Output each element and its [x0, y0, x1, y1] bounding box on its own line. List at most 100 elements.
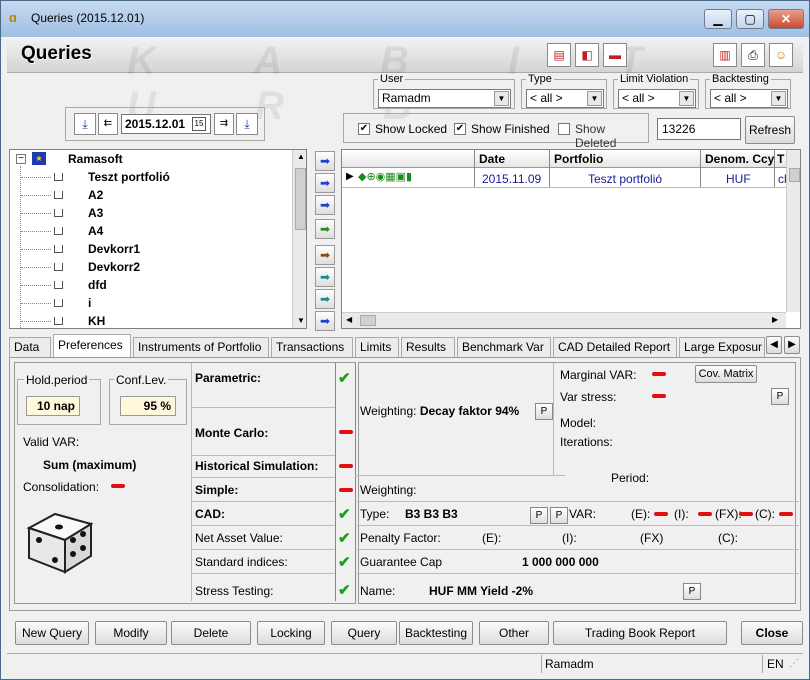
show-deleted-checkbox[interactable] [558, 123, 570, 135]
other-button[interactable]: Other [479, 621, 549, 645]
grid-h-scrollbar[interactable]: ◀ ▶ [342, 312, 786, 328]
scroll-up-icon[interactable]: ▲ [297, 152, 305, 161]
grid-header-t[interactable]: T [777, 152, 784, 166]
tab-results[interactable]: Results [401, 337, 455, 357]
tree-item[interactable]: Devkorr1 [88, 242, 140, 256]
show-locked-checkbox[interactable]: ✔ [358, 123, 370, 135]
tree-branch-line [21, 285, 51, 286]
layout-top-icon[interactable]: ▤ [547, 43, 571, 67]
tab-large-exposure[interactable]: Large Exposur [679, 337, 765, 357]
layout-bottom-icon[interactable]: ▬ [603, 43, 627, 67]
first-date-icon[interactable]: ⤓ [74, 113, 96, 135]
grid-header-date[interactable]: Date [479, 152, 505, 166]
scroll-right-icon[interactable]: ▶ [772, 315, 778, 324]
resize-grip-icon[interactable]: ⋰ [789, 658, 799, 669]
header-band: K A B I T U R B Queries ▤ ◧ ▬ ▥ ⎙ ☺ [7, 37, 803, 128]
marginal-var-label: Marginal VAR: [560, 368, 637, 382]
print-icon[interactable]: ⎙ [741, 43, 765, 67]
tab-scroll-left-icon[interactable]: ◀ [766, 336, 782, 354]
limit-select[interactable]: < all > ▼ [618, 89, 696, 108]
move-p2-icon[interactable]: ➡ [315, 289, 335, 309]
tab-scroll-right-icon[interactable]: ▶ [784, 336, 800, 354]
row-divider [191, 501, 335, 502]
new-query-button[interactable]: New Query [15, 621, 89, 645]
show-locked-label: Show Locked [375, 122, 448, 136]
move-1225-icon[interactable]: ➡ [315, 311, 335, 331]
conf-level-input[interactable]: 95 % [120, 396, 176, 416]
tree-item[interactable]: A2 [88, 188, 103, 202]
move-right-1225-icon[interactable]: ➡ [315, 195, 335, 215]
query-id-input[interactable]: 13226 [657, 118, 741, 140]
monte-carlo-label: Monte Carlo: [195, 426, 269, 440]
query-button[interactable]: Query [331, 621, 397, 645]
tree-scroll-thumb[interactable] [295, 168, 306, 230]
user-select[interactable]: Ramadm ▼ [378, 89, 511, 108]
tree-item[interactable]: Devkorr2 [88, 260, 140, 274]
type-p-button[interactable]: P [530, 507, 548, 524]
hold-period-input[interactable]: 10 nap [26, 396, 80, 416]
last-date-icon[interactable]: ⤓ [236, 113, 258, 135]
user-settings-icon[interactable]: ☺ [769, 43, 793, 67]
grid-header-portfolio[interactable]: Portfolio [554, 152, 603, 166]
tab-transactions[interactable]: Transactions [271, 337, 353, 357]
tree-root-label[interactable]: Ramasoft [68, 152, 123, 166]
backtesting-button[interactable]: Backtesting [399, 621, 473, 645]
penalty-fx-label: (FX) [640, 531, 664, 545]
tab-instruments[interactable]: Instruments of Portfolio [133, 337, 269, 357]
collapse-icon[interactable]: − [16, 154, 26, 164]
col-divider [553, 363, 554, 475]
stress-p-button[interactable]: P [683, 583, 701, 600]
layout-split-icon[interactable]: ◧ [575, 43, 599, 67]
report-icon[interactable]: ▥ [713, 43, 737, 67]
date-navigator: ⤓ ⇇ 2015.12.01 15 ⇉ ⤓ [65, 107, 265, 141]
weighting-label: Weighting: Decay faktor 94% [360, 404, 519, 418]
calendar-icon[interactable]: 15 [192, 117, 206, 131]
delete-button[interactable]: Delete [171, 621, 251, 645]
maximize-button[interactable]: ▢ [736, 9, 764, 29]
tree-item[interactable]: KH [88, 314, 105, 328]
tree-scrollbar[interactable]: ▲ ▼ [292, 150, 306, 328]
tree-item[interactable]: A4 [88, 224, 103, 238]
stress-label: Stress Testing: [195, 584, 274, 598]
show-finished-checkbox[interactable]: ✔ [454, 123, 466, 135]
backtesting-select[interactable]: < all > ▼ [710, 89, 788, 108]
type-p2-button[interactable]: P [550, 507, 568, 524]
scroll-left-icon[interactable]: ◀ [346, 315, 352, 324]
trading-book-report-button[interactable]: Trading Book Report [553, 621, 727, 645]
weighting-p-button[interactable]: P [535, 403, 553, 420]
tree-item[interactable]: Teszt portfolió [88, 170, 170, 184]
table-row[interactable]: ▶ ◆⊕◉▦▣▮ 2015.11.09 Teszt portfolió HUF … [342, 169, 800, 188]
portfolio-tree[interactable]: − ★ Ramasoft Teszt portfolió A2 A3 A4 Devkor… [9, 149, 307, 329]
tab-limits[interactable]: Limits [355, 337, 399, 357]
tab-data[interactable]: Data [9, 337, 51, 357]
move-b-icon[interactable]: ➡ [315, 245, 335, 265]
refresh-button[interactable]: Refresh [745, 116, 795, 144]
close-window-button[interactable]: ✕ [768, 9, 804, 29]
type-select[interactable]: < all > ▼ [526, 89, 604, 108]
tab-cad-report[interactable]: CAD Detailed Report [553, 337, 677, 357]
tree-item[interactable]: A3 [88, 206, 103, 220]
move-z-icon[interactable]: ➡ [315, 219, 335, 239]
grid-v-scroll-thumb[interactable] [789, 168, 800, 182]
next-date-icon[interactable]: ⇉ [214, 113, 234, 135]
locking-button[interactable]: Locking [257, 621, 325, 645]
move-right-icon[interactable]: ➡ [315, 151, 335, 171]
grid-scroll-thumb[interactable] [360, 315, 376, 326]
tree-item[interactable]: dfd [88, 278, 107, 292]
move-p-icon[interactable]: ➡ [315, 267, 335, 287]
tree-item[interactable]: i [88, 296, 91, 310]
grid-v-scrollbar[interactable] [786, 150, 800, 312]
close-button[interactable]: Close [741, 621, 803, 645]
minimize-button[interactable]: ▁ [704, 9, 732, 29]
modify-button[interactable]: Modify [95, 621, 167, 645]
hold-period-label: Hold.period [24, 373, 90, 387]
move-right-21-icon[interactable]: ➡ [315, 173, 335, 193]
grid-header-ccy[interactable]: Denom. Ccy [705, 152, 774, 166]
scroll-down-icon[interactable]: ▼ [297, 316, 305, 325]
prev-date-icon[interactable]: ⇇ [98, 113, 118, 135]
tab-benchmark-var[interactable]: Benchmark Var [457, 337, 551, 357]
query-grid[interactable]: Date Portfolio Denom. Ccy T ▶ ◆⊕◉▦▣▮ 201… [341, 149, 801, 329]
cov-matrix-button[interactable]: Cov. Matrix [695, 365, 757, 383]
var-stress-p-button[interactable]: P [771, 388, 789, 405]
tab-preferences[interactable]: Preferences [53, 334, 131, 358]
